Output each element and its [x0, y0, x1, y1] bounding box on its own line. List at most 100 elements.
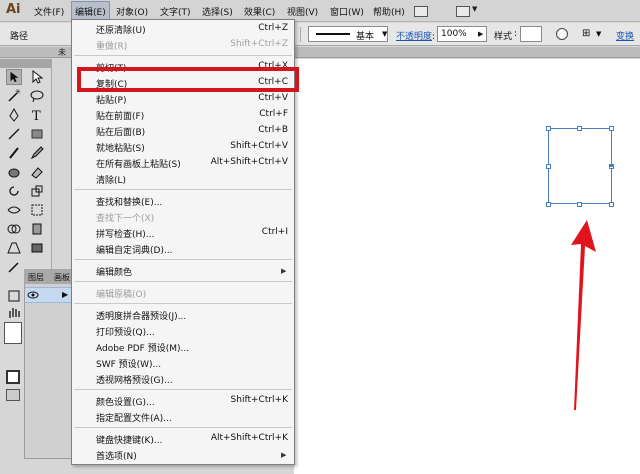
- paintbrush-tool-icon[interactable]: [6, 145, 22, 161]
- menu-select[interactable]: 选择(S): [202, 5, 233, 18]
- line-segment-tool-icon[interactable]: [6, 126, 22, 142]
- resize-handle[interactable]: [609, 202, 614, 207]
- bridge-icon[interactable]: [414, 6, 428, 17]
- shape-builder-tool-icon[interactable]: [6, 221, 22, 237]
- artboard-tool-icon[interactable]: [6, 288, 22, 304]
- menu-view[interactable]: 视图(V): [287, 5, 318, 18]
- gradient-tool-icon[interactable]: [29, 240, 45, 256]
- menu-item-assign-profile[interactable]: 指定配置文件(A)...: [96, 411, 172, 424]
- menu-item-redo[interactable]: 重做(R): [96, 39, 127, 52]
- screen-mode-icon[interactable]: [6, 389, 20, 401]
- svg-text:T: T: [32, 109, 41, 123]
- free-transform-tool-icon[interactable]: [29, 202, 45, 218]
- panel-grip[interactable]: [0, 59, 52, 68]
- arrange-documents-icon[interactable]: [456, 6, 470, 17]
- scale-tool-icon[interactable]: [29, 183, 45, 199]
- resize-handle[interactable]: [577, 126, 582, 131]
- style-swatch[interactable]: [520, 26, 542, 42]
- menu-item-paste-in-place[interactable]: 就地粘贴(S): [96, 141, 145, 154]
- resize-handle[interactable]: [577, 202, 582, 207]
- menu-item-keyboard-shortcuts[interactable]: 键盘快捷键(K)...: [96, 433, 163, 446]
- chevron-right-icon[interactable]: ▶: [478, 30, 483, 38]
- menu-item-paste-all-artboards[interactable]: 在所有画板上粘贴(S): [96, 157, 181, 170]
- rectangle-tool-icon[interactable]: [29, 126, 45, 142]
- layers-panel-tabs: 图层 画板: [24, 269, 74, 284]
- selection-tool-icon[interactable]: [6, 69, 22, 85]
- menu-item-preferences[interactable]: 首选项(N): [96, 449, 137, 462]
- perspective-grid-tool-icon[interactable]: [6, 240, 22, 256]
- menu-help[interactable]: 帮助(H): [373, 5, 405, 18]
- pen-tool-icon[interactable]: [6, 107, 22, 123]
- menu-item-spell-check[interactable]: 拼写检查(H)...: [96, 227, 154, 240]
- menu-effect[interactable]: 效果(C): [244, 5, 275, 18]
- lasso-tool-icon[interactable]: [29, 88, 45, 104]
- menu-separator: [74, 427, 292, 428]
- menu-separator: [74, 259, 292, 260]
- opacity-label[interactable]: 不透明度:: [396, 29, 435, 42]
- menu-item-pdf-presets[interactable]: Adobe PDF 预设(M)...: [96, 341, 189, 354]
- menu-separator: [74, 303, 292, 304]
- recolor-artwork-icon[interactable]: [556, 28, 568, 40]
- menu-object[interactable]: 对象(O): [116, 5, 148, 18]
- selected-rectangle[interactable]: [548, 128, 612, 204]
- expand-triangle-icon[interactable]: ▶: [62, 290, 68, 299]
- menu-type[interactable]: 文字(T): [160, 5, 191, 18]
- chevron-down-icon[interactable]: ▼: [472, 5, 477, 13]
- eraser-tool-icon[interactable]: [29, 164, 45, 180]
- document-tab[interactable]: 未: [58, 47, 66, 58]
- transform-link[interactable]: 变换: [616, 29, 634, 42]
- magic-wand-tool-icon[interactable]: ✳: [6, 88, 22, 104]
- fill-swatch[interactable]: [4, 322, 22, 344]
- align-icon[interactable]: ⊞: [582, 28, 590, 39]
- menu-separator: [74, 281, 292, 282]
- menu-window[interactable]: 窗口(W): [330, 5, 364, 18]
- shortcut-keyboard-shortcuts: Alt+Shift+Ctrl+K: [210, 433, 288, 443]
- live-paint-tool-icon[interactable]: [29, 221, 45, 237]
- chevron-down-icon[interactable]: ▼: [382, 30, 387, 38]
- menu-item-find-replace[interactable]: 查找和替换(E)...: [96, 195, 162, 208]
- direct-selection-tool-icon[interactable]: [29, 69, 45, 85]
- resize-handle[interactable]: [546, 202, 551, 207]
- type-tool-icon[interactable]: T: [29, 107, 45, 123]
- svg-text:✳: ✳: [15, 88, 21, 96]
- shortcut-color-settings: Shift+Ctrl+K: [230, 395, 288, 405]
- separator: [300, 27, 301, 42]
- menu-item-paste-in-front[interactable]: 贴在前面(F): [96, 109, 144, 122]
- menu-file[interactable]: 文件(F): [34, 5, 64, 18]
- hand-tool-icon[interactable]: [6, 305, 22, 321]
- menu-item-flattener-presets[interactable]: 透明度拼合器预设(J)...: [96, 309, 186, 322]
- draw-mode-icon[interactable]: [6, 370, 20, 384]
- width-tool-icon[interactable]: [6, 202, 22, 218]
- menu-separator: [74, 389, 292, 390]
- submenu-arrow-icon: ▶: [281, 451, 287, 459]
- tab-layers[interactable]: 图层: [28, 272, 44, 283]
- menu-item-swf-presets[interactable]: SWF 预设(W)...: [96, 357, 161, 370]
- menu-edit[interactable]: 编辑(E): [71, 1, 110, 21]
- menu-item-edit-original[interactable]: 编辑原稿(O): [96, 287, 146, 300]
- menu-separator: [74, 55, 292, 56]
- menu-item-edit-dictionary[interactable]: 编辑自定词典(D)...: [96, 243, 173, 256]
- menu-item-paste-in-back[interactable]: 贴在后面(B): [96, 125, 145, 138]
- selection-type-label: 路径: [10, 32, 29, 42]
- menu-item-color-settings[interactable]: 颜色设置(G)...: [96, 395, 155, 408]
- menu-item-perspective-grid-presets[interactable]: 透视网格预设(G)...: [96, 373, 173, 386]
- menu-item-print-presets[interactable]: 打印预设(Q)...: [96, 325, 155, 338]
- resize-handle[interactable]: [609, 126, 614, 131]
- resize-handle[interactable]: [546, 126, 551, 131]
- rotate-tool-icon[interactable]: [6, 183, 22, 199]
- menu-item-clear[interactable]: 清除(L): [96, 173, 126, 186]
- copy-highlight-annotation: [77, 67, 299, 92]
- menu-item-undo[interactable]: 还原清除(U): [96, 23, 146, 36]
- chevron-down-icon[interactable]: ▼: [596, 30, 601, 38]
- pencil-tool-icon[interactable]: [29, 145, 45, 161]
- resize-handle[interactable]: [546, 164, 551, 169]
- blob-brush-tool-icon[interactable]: [6, 164, 22, 180]
- tab-artboards[interactable]: 画板: [54, 272, 70, 283]
- eyedropper-tool-icon[interactable]: [6, 259, 22, 275]
- menu-item-find-next[interactable]: 查找下一个(X): [96, 211, 154, 224]
- shortcut-redo: Shift+Ctrl+Z: [230, 39, 288, 49]
- center-point: [610, 164, 613, 167]
- menu-item-paste[interactable]: 粘贴(P): [96, 93, 126, 106]
- menu-item-edit-colors[interactable]: 编辑颜色: [96, 265, 132, 278]
- eye-icon[interactable]: [27, 289, 39, 301]
